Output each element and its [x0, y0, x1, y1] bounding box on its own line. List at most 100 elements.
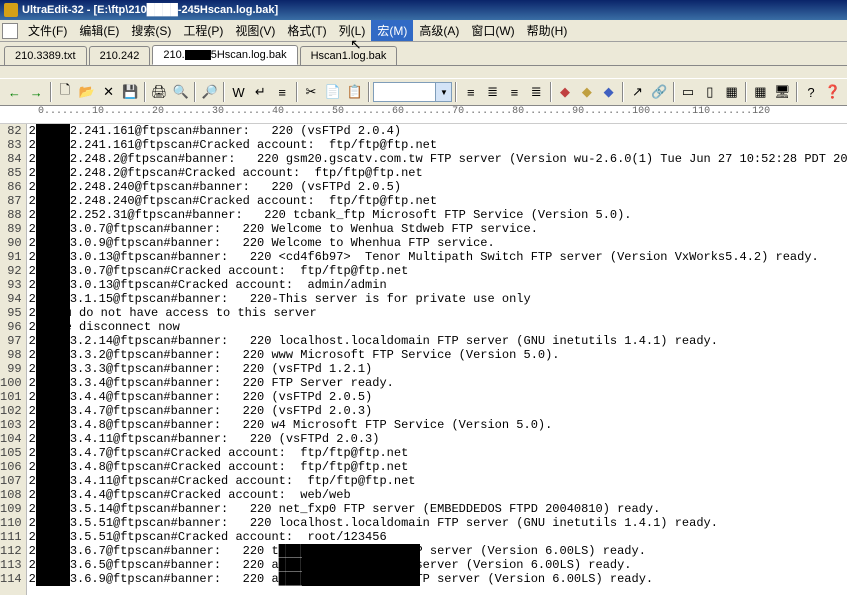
redacted-ip — [36, 320, 70, 334]
menu-view[interactable]: 视图(V) — [229, 20, 281, 41]
forward-arrow-button[interactable]: → — [26, 81, 47, 103]
window-title: UltraEdit-32 - [E:\ftp\210████-245Hscan.… — [22, 4, 278, 16]
code-line[interactable]: 2 ease disconnect now — [29, 320, 847, 334]
help-context-button[interactable]: ? — [801, 81, 822, 103]
new-file-button[interactable]: 🗋 — [55, 81, 76, 103]
code-line[interactable]: 23.0.13@ftpscan#banner: 220 <cd4f6b97> T… — [29, 250, 847, 264]
code-content[interactable]: 22.241.161@ftpscan#banner: 220 (vsFTPd 2… — [27, 124, 847, 595]
help-button[interactable]: ❓ — [822, 81, 843, 103]
code-line[interactable]: 22.248.2@ftpscan#banner: 220 gsm20.gscat… — [29, 152, 847, 166]
line-number: 95 — [0, 306, 22, 320]
bookmark-r-button[interactable]: ◆ — [555, 81, 576, 103]
file-tab-0[interactable]: 210.3389.txt — [4, 46, 87, 65]
code-line[interactable]: 23.4.7@ftpscan#banner: 220 (vsFTPd 2.0.3… — [29, 404, 847, 418]
code-line[interactable]: 23.0.13@ftpscan#Cracked account: admin/a… — [29, 278, 847, 292]
file-tab-1[interactable]: 210.242 — [89, 46, 151, 65]
app2-button[interactable]: 🖥 — [772, 81, 793, 103]
bookmark-y-button[interactable]: ◆ — [576, 81, 597, 103]
menu-edit[interactable]: 编辑(E) — [73, 20, 125, 41]
redacted-ip — [36, 264, 70, 278]
ruler: 0........10........20........30........4… — [0, 106, 847, 124]
code-line[interactable]: 23.5.51@ftpscan#Cracked account: root/12… — [29, 530, 847, 544]
code-line[interactable]: 22.248.2@ftpscan#Cracked account: ftp/ft… — [29, 166, 847, 180]
toggle-ww-button[interactable]: W — [228, 81, 249, 103]
menu-macro[interactable]: 宏(M) — [371, 20, 413, 41]
menu-project[interactable]: 工程(P) — [177, 20, 229, 41]
code-line[interactable]: 23.4.8@ftpscan#Cracked account: ftp/ftp@… — [29, 460, 847, 474]
code-line[interactable]: 23.4.11@ftpscan#Cracked account: ftp/ftp… — [29, 474, 847, 488]
code-line[interactable]: 23.4.4@ftpscan#banner: 220 (vsFTPd 2.0.5… — [29, 390, 847, 404]
menu-format[interactable]: 格式(T) — [281, 20, 332, 41]
close-file-button[interactable]: ✕ — [98, 81, 119, 103]
cut-button[interactable]: ✂ — [301, 81, 322, 103]
code-line[interactable]: 22.248.240@ftpscan#banner: 220 (vsFTPd 2… — [29, 180, 847, 194]
code-line[interactable]: 22.248.240@ftpscan#Cracked account: ftp/… — [29, 194, 847, 208]
file-tab-3[interactable]: Hscan1.log.bak — [300, 46, 398, 65]
print-button[interactable]: 🖨 — [149, 81, 170, 103]
code-line[interactable]: 23.3.3@ftpscan#banner: 220 (vsFTPd 1.2.1… — [29, 362, 847, 376]
window-v-button[interactable]: ▯ — [699, 81, 720, 103]
menu-column[interactable]: 列(L) — [333, 20, 372, 41]
window-c-button[interactable]: ▦ — [721, 81, 742, 103]
toolbar-separator — [368, 82, 370, 102]
code-line[interactable]: 23.4.8@ftpscan#banner: 220 w4 Microsoft … — [29, 418, 847, 432]
code-line[interactable]: 22.241.161@ftpscan#banner: 220 (vsFTPd 2… — [29, 124, 847, 138]
toolbar-combo[interactable]: ▼ — [373, 82, 452, 102]
code-line[interactable]: 23.5.51@ftpscan#banner: 220 localhost.lo… — [29, 516, 847, 530]
paste-button[interactable]: 📋 — [344, 81, 365, 103]
line-number: 86 — [0, 180, 22, 194]
align-center-button[interactable]: ≣ — [482, 81, 503, 103]
bookmark-b-button[interactable]: ◆ — [598, 81, 619, 103]
code-line[interactable]: 23.1.15@ftpscan#banner: 220-This server … — [29, 292, 847, 306]
line-number: 104 — [0, 432, 22, 446]
menu-window[interactable]: 窗口(W) — [465, 20, 520, 41]
toolbar-separator — [455, 82, 457, 102]
menu-search[interactable]: 搜索(S) — [125, 20, 177, 41]
menu-file[interactable]: 文件(F) — [22, 20, 73, 41]
code-line[interactable]: 23.4.7@ftpscan#Cracked account: ftp/ftp@… — [29, 446, 847, 460]
save-file-button[interactable]: 💾 — [120, 81, 141, 103]
line-number: 87 — [0, 194, 22, 208]
code-line[interactable]: 2 you do not have access to this server — [29, 306, 847, 320]
code-line[interactable]: 23.6.9@ftpscan#banner: 220 a████████████… — [29, 572, 847, 586]
code-line[interactable]: 23.3.4@ftpscan#banner: 220 FTP Server re… — [29, 376, 847, 390]
redacted-ip — [36, 334, 70, 348]
code-line[interactable]: 23.5.14@ftpscan#banner: 220 net_fxp0 FTP… — [29, 502, 847, 516]
code-line[interactable]: 23.4.11@ftpscan#banner: 220 (vsFTPd 2.0.… — [29, 432, 847, 446]
menu-advanced[interactable]: 高级(A) — [413, 20, 465, 41]
redacted-ip — [36, 488, 70, 502]
code-line[interactable]: 22.241.161@ftpscan#Cracked account: ftp/… — [29, 138, 847, 152]
insert-line-button[interactable]: ↵ — [250, 81, 271, 103]
editor-area[interactable]: 8283848586878889909192939495969798991001… — [0, 124, 847, 595]
code-line[interactable]: 23.6.5@ftpscan#banner: 220 a████████████… — [29, 558, 847, 572]
code-line[interactable]: 23.0.7@ftpscan#banner: 220 Welcome to We… — [29, 222, 847, 236]
window-h-button[interactable]: ▭ — [678, 81, 699, 103]
redacted-ip — [36, 208, 70, 222]
copy-button[interactable]: 📄 — [322, 81, 343, 103]
file-tab-2[interactable]: 210.5Hscan.log.bak — [152, 45, 297, 65]
code-line[interactable]: 23.3.2@ftpscan#banner: 220 www Microsoft… — [29, 348, 847, 362]
align-just-button[interactable]: ≣ — [526, 81, 547, 103]
align-left-button[interactable]: ≡ — [460, 81, 481, 103]
back-arrow-button[interactable]: ← — [4, 81, 25, 103]
open-file-button[interactable]: 📂 — [76, 81, 97, 103]
menu-help[interactable]: 帮助(H) — [521, 20, 574, 41]
redacted-ip — [36, 166, 70, 180]
find-button[interactable]: 🔎 — [199, 81, 220, 103]
align-right-button[interactable]: ≡ — [504, 81, 525, 103]
redacted-ip — [36, 572, 70, 586]
code-line[interactable]: 23.6.7@ftpscan#banner: 220 t████████████… — [29, 544, 847, 558]
line-gutter: 8283848586878889909192939495969798991001… — [0, 124, 27, 595]
code-line[interactable]: 23.0.7@ftpscan#Cracked account: ftp/ftp@… — [29, 264, 847, 278]
code-line[interactable]: 23.0.9@ftpscan#banner: 220 Welcome to Wh… — [29, 236, 847, 250]
code-line[interactable]: 23.2.14@ftpscan#banner: 220 localhost.lo… — [29, 334, 847, 348]
titlebar: UltraEdit-32 - [E:\ftp\210████-245Hscan.… — [0, 0, 847, 20]
app1-button[interactable]: ▦ — [750, 81, 771, 103]
line-num-button[interactable]: ≡ — [272, 81, 293, 103]
toolbar-separator — [673, 82, 675, 102]
code-line[interactable]: 22.252.31@ftpscan#banner: 220 tcbank_ftp… — [29, 208, 847, 222]
code-line[interactable]: 23.4.4@ftpscan#Cracked account: web/web — [29, 488, 847, 502]
link-button[interactable]: 🔗 — [649, 81, 670, 103]
print-preview-button[interactable]: 🔍 — [171, 81, 192, 103]
goto-button[interactable]: ↗ — [627, 81, 648, 103]
